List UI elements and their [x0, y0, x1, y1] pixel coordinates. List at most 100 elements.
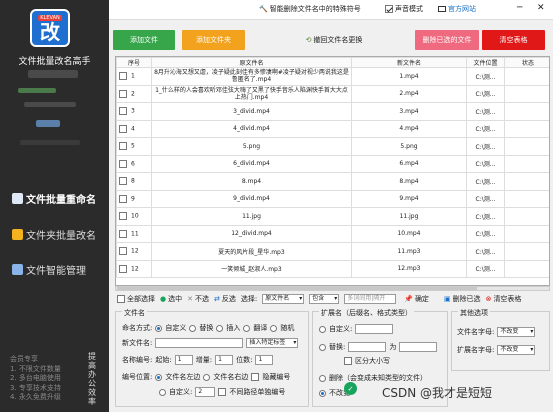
row-path: C:\测...	[466, 189, 505, 208]
ext-case-select[interactable]: 不改变	[497, 345, 536, 355]
custom-position-input[interactable]: 2	[195, 387, 216, 397]
table-row[interactable]: 8 8.mp4 8.mp4 C:\测...	[116, 172, 549, 191]
row-checkbox[interactable]	[119, 212, 127, 221]
nav-file-manage[interactable]: 文件智能管理	[12, 262, 86, 277]
website-link[interactable]: 官方网站	[438, 4, 476, 14]
col-header-new-name[interactable]: 新文件名	[351, 57, 467, 68]
horizontal-scrollbar[interactable]	[115, 286, 550, 291]
row-seq: 2	[116, 84, 152, 103]
radio-random[interactable]	[270, 324, 278, 332]
table-row[interactable]: 9 9_divid.mp4 9.mp4 C:\测...	[116, 189, 549, 208]
row-checkbox[interactable]	[119, 142, 127, 151]
delete-selected-button[interactable]: ▣ 删除已选	[444, 294, 481, 304]
radio-insert[interactable]	[216, 324, 224, 332]
new-name-input[interactable]	[155, 338, 244, 348]
table-row[interactable]: 5 5.png 5.png C:\测...	[116, 137, 549, 156]
restore-rename-button[interactable]: ⟲ 撤回文件名更换	[297, 30, 371, 50]
table-row[interactable]: 11 12_divid.mp4 10.mp4 C:\测...	[116, 224, 549, 243]
radio-translate[interactable]	[243, 324, 251, 332]
row-checkbox[interactable]	[119, 107, 127, 116]
remove-special-chars-link[interactable]: 🔨 智能删除文件名中的特殊符号	[259, 4, 361, 14]
member-promo: 会员专享 1. 不限文件数量 2. 多台电脑使用 3. 专享技术支持 4. 永久…	[10, 355, 61, 401]
add-folder-button[interactable]: 添加文件夹	[182, 30, 245, 50]
delete-selected-files-button[interactable]: 删除已选的文件	[415, 30, 479, 50]
ext-replace-to-input[interactable]	[399, 342, 438, 352]
radio-ext-custom[interactable]	[319, 325, 326, 333]
unselect-button[interactable]: ✕ 不选	[187, 294, 209, 304]
table-row[interactable]: 1 8月升沁海又想又虐，凌子疑此刻佳有多惨凄啊#凌子疑对视少两说我这是鲁匿名了.m…	[116, 67, 549, 86]
row-new-name: 12.mp3	[351, 259, 467, 278]
blurred-user-info	[36, 120, 60, 127]
row-checkbox[interactable]	[119, 124, 127, 133]
sound-mode-checkbox[interactable]: 声音模式	[385, 4, 423, 14]
confirm-button[interactable]: 📌 确定	[404, 294, 429, 304]
select-button[interactable]: ● 选中	[160, 294, 182, 304]
col-header-seq[interactable]: 序号	[116, 57, 152, 68]
close-button[interactable]: ✕	[537, 3, 545, 13]
row-checkbox[interactable]	[119, 194, 127, 203]
row-path: C:\测...	[466, 172, 505, 191]
start-input[interactable]: 1	[174, 355, 193, 365]
row-checkbox[interactable]	[119, 229, 127, 238]
table-row[interactable]: 12 一笑倾城_赵淑人.mp3 12.mp3 C:\测...	[116, 259, 549, 278]
row-old-name: 3_divid.mp4	[151, 102, 352, 121]
field-select[interactable]: 原文件名	[262, 294, 305, 304]
mode-select[interactable]: 包含	[309, 294, 340, 304]
table-row[interactable]: 2 1_什么样的人会喜欢听邓佳弦大嗨了又黑了快手音乐人陷渊快手首大大点上热门.mp…	[116, 84, 549, 103]
row-status	[504, 259, 549, 278]
keyword-input[interactable]: 多词间用|隔开	[344, 294, 397, 304]
invert-button[interactable]: ⇄ 反选	[214, 294, 236, 304]
radio-pos-left[interactable]	[155, 373, 163, 381]
radio-ext-delete[interactable]	[319, 374, 326, 382]
ext-replace-from-input[interactable]	[348, 342, 387, 352]
nav-folder-rename[interactable]: 文件夹批量改名	[12, 227, 96, 242]
minimize-button[interactable]: ─	[517, 3, 522, 13]
radio-pos-right[interactable]	[203, 373, 211, 381]
radio-pos-custom[interactable]	[159, 388, 166, 396]
row-checkbox[interactable]	[119, 89, 127, 98]
table-row[interactable]: 4 4_divid.mp4 4.mp4 C:\测...	[116, 119, 549, 138]
watermark: CSDN @我才是短短	[382, 386, 493, 400]
clear-table-button[interactable]: 清空表格	[482, 30, 545, 50]
row-old-name: 9_divid.mp4	[151, 189, 352, 208]
insert-tag-select[interactable]: 插入特定标签	[246, 338, 299, 348]
digits-input[interactable]: 1	[255, 355, 274, 365]
table-row[interactable]: 12 夏天的风片段_星华.mp3 11.mp3 C:\测...	[116, 242, 549, 261]
ext-custom-row: 自定义:	[319, 324, 394, 334]
ext-custom-input[interactable]	[355, 324, 394, 334]
step-input[interactable]: 1	[215, 355, 234, 365]
row-checkbox[interactable]	[119, 247, 127, 256]
row-new-name: 2.mp4	[351, 84, 467, 103]
row-checkbox[interactable]	[119, 264, 127, 273]
row-checkbox[interactable]	[119, 72, 127, 81]
add-file-button[interactable]: 添加文件	[113, 30, 175, 50]
row-path: C:\测...	[466, 67, 505, 86]
other-options-group: 其他选项 文件名字母: 不改变 扩展名字母: 不改变	[451, 308, 550, 371]
top-bar: 🔨 智能删除文件名中的特殊符号 声音模式 官方网站 ─ ✕	[109, 0, 553, 20]
col-header-path[interactable]: 文件位置	[466, 57, 505, 68]
name-case-select[interactable]: 不改变	[497, 327, 536, 337]
col-header-status[interactable]: 状态	[504, 57, 549, 68]
case-sensitive-checkbox[interactable]	[344, 357, 352, 365]
pin-icon: 📌	[404, 295, 413, 303]
row-seq: 9	[116, 189, 152, 208]
row-old-name: 8.mp4	[151, 172, 352, 191]
radio-custom[interactable]	[155, 324, 163, 332]
row-path: C:\测...	[466, 259, 505, 278]
table-row[interactable]: 6 6_divid.mp4 6.mp4 C:\测...	[116, 154, 549, 173]
table-row[interactable]: 3 3_divid.mp4 3.mp4 C:\测...	[116, 102, 549, 121]
row-checkbox[interactable]	[119, 159, 127, 168]
col-header-old-name[interactable]: 原文件名	[151, 57, 352, 68]
radio-ext-unchanged[interactable]	[319, 389, 326, 397]
table-header-row: 序号 原文件名 新文件名 文件位置 状态	[116, 57, 549, 68]
hide-number-checkbox[interactable]	[251, 373, 260, 381]
scrollbar-thumb[interactable]	[117, 287, 477, 290]
table-row[interactable]: 10 11.jpg 11.jpg C:\测...	[116, 207, 549, 226]
radio-ext-replace[interactable]	[319, 343, 326, 351]
clear-table-link[interactable]: ⊗ 清空表格	[486, 294, 522, 304]
row-checkbox[interactable]	[119, 177, 127, 186]
separate-numbering-checkbox[interactable]	[218, 388, 227, 396]
nav-file-rename[interactable]: 文件批量重命名	[12, 191, 96, 206]
select-all-checkbox[interactable]: 全部选择	[117, 294, 155, 304]
radio-replace[interactable]	[189, 324, 197, 332]
